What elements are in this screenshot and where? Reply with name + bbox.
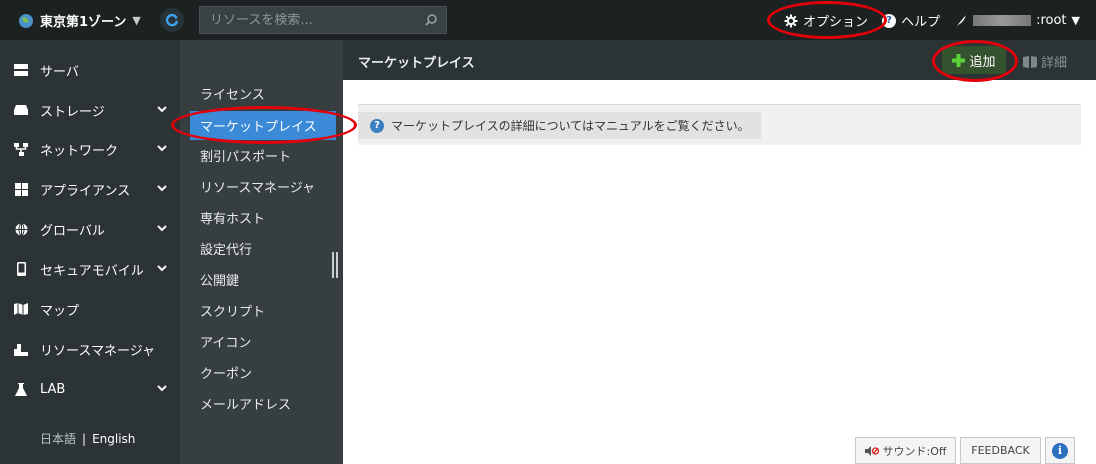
sound-toggle-button[interactable]: サウンド:Off	[855, 437, 956, 464]
submenu-item-dedicated-host[interactable]: 専有ホスト	[190, 203, 336, 232]
submenu-item-icon[interactable]: アイコン	[190, 327, 336, 356]
submenu-item-marketplace[interactable]: マーケットプレイス	[190, 111, 336, 140]
search-input[interactable]	[200, 12, 410, 28]
chevron-down-icon	[157, 106, 167, 113]
page-title: マーケットプレイス	[358, 56, 475, 71]
chevron-down-icon	[157, 185, 167, 192]
nav-item-secure-mobile[interactable]: セキュアモバイル	[0, 254, 180, 284]
resource-manager-icon	[14, 342, 28, 356]
options-menu[interactable]: オプション	[784, 11, 868, 30]
feedback-button[interactable]: FEEDBACK	[960, 437, 1041, 464]
resize-handle[interactable]	[332, 252, 338, 278]
nav-label: サーバ	[40, 64, 79, 80]
top-bar: 東京第1ゾーン ▼ オプション	[0, 0, 1096, 40]
nav-item-network[interactable]: ネットワーク	[0, 134, 180, 164]
content-body: ? マーケットプレイスの詳細についてはマニュアルをご覧ください。	[343, 80, 1096, 464]
chevron-down-icon	[157, 265, 167, 272]
language-switcher: 日本語 | English	[40, 430, 135, 447]
nav-item-lab[interactable]: LAB	[0, 374, 180, 404]
nav-label: ストレージ	[40, 104, 105, 120]
submenu-item-discount-passport[interactable]: 割引パスポート	[190, 141, 336, 170]
submenu-item-public-key[interactable]: 公開鍵	[190, 265, 336, 294]
info-icon: i	[1052, 442, 1068, 459]
content-header: マーケットプレイス 追加 詳細	[343, 40, 1096, 80]
left-nav: サーバ ストレージ ネットワーク アプライアンス グローバル セキュアモバイル	[0, 40, 180, 464]
add-button[interactable]: 追加	[942, 46, 1006, 74]
zone-label: 東京第1ゾーン	[40, 15, 127, 30]
caret-down-icon: ▼	[132, 14, 141, 27]
speaker-muted-icon	[864, 445, 879, 456]
book-icon	[1023, 55, 1037, 68]
submenu-item-resource-manager[interactable]: リソースマネージャ	[190, 172, 336, 201]
nav-label: ネットワーク	[40, 143, 119, 159]
refresh-icon	[165, 13, 179, 27]
question-icon: ?	[370, 118, 384, 133]
nav-label: LAB	[40, 381, 66, 397]
nav-item-appliance[interactable]: アプライアンス	[0, 174, 180, 204]
search-icon[interactable]	[424, 13, 438, 27]
search-box	[199, 6, 447, 34]
chevron-down-icon	[157, 145, 167, 152]
nav-label: グローバル	[40, 223, 105, 239]
server-icon	[14, 63, 28, 77]
nav-item-server[interactable]: サーバ	[0, 55, 180, 85]
submenu-item-license[interactable]: ライセンス	[190, 79, 336, 108]
submenu-item-script[interactable]: スクリプト	[190, 296, 336, 325]
sub-menu: ライセンス マーケットプレイス 割引パスポート リソースマネージャ 専有ホスト …	[180, 40, 343, 464]
lang-english-link[interactable]: English	[92, 432, 135, 446]
chevron-down-icon	[157, 385, 167, 392]
sound-label: サウンド:Off	[882, 444, 947, 458]
info-message: ? マーケットプレイスの詳細についてはマニュアルをご覧ください。	[358, 112, 761, 139]
submenu-item-email-address[interactable]: メールアドレス	[190, 389, 336, 418]
network-icon	[14, 142, 28, 156]
detail-button[interactable]: 詳細	[1023, 52, 1067, 71]
globe-icon	[14, 222, 28, 236]
options-label: オプション	[803, 15, 869, 30]
submenu-item-coupon[interactable]: クーポン	[190, 358, 336, 387]
help-menu[interactable]: ? ヘルプ	[882, 11, 940, 30]
top-right-menu: オプション ? ヘルプ :root ▼	[784, 11, 1080, 30]
user-menu[interactable]: :root ▼	[954, 13, 1080, 28]
chevron-down-icon	[157, 225, 167, 232]
refresh-button[interactable]	[160, 8, 184, 32]
caret-down-icon: ▼	[1071, 14, 1080, 27]
submenu-item-setup-agency[interactable]: 設定代行	[190, 234, 336, 263]
info-text: マーケットプレイスの詳細についてはマニュアルをご覧ください。	[391, 119, 750, 133]
username-blurred	[973, 15, 1032, 26]
lang-japanese-link[interactable]: 日本語	[40, 432, 76, 446]
nav-item-global[interactable]: グローバル	[0, 214, 180, 244]
nav-label: アプライアンス	[40, 183, 131, 199]
nav-label: セキュアモバイル	[40, 263, 144, 279]
add-label: 追加	[969, 54, 996, 70]
flask-icon	[14, 382, 28, 396]
globe-icon	[19, 13, 33, 28]
nav-label: リソースマネージャ	[40, 343, 156, 359]
help-icon: ?	[882, 13, 897, 28]
nav-item-resource-manager[interactable]: リソースマネージャ	[0, 334, 180, 364]
nav-item-storage[interactable]: ストレージ	[0, 95, 180, 125]
footer-buttons: サウンド:Off FEEDBACK i	[855, 437, 1075, 464]
plus-icon	[952, 53, 966, 67]
mobile-icon	[14, 262, 28, 276]
gear-icon	[784, 14, 798, 27]
info-button[interactable]: i	[1045, 437, 1075, 464]
lang-separator: |	[82, 432, 87, 446]
help-label: ヘルプ	[901, 15, 941, 30]
zone-selector[interactable]: 東京第1ゾーン ▼	[18, 11, 141, 30]
storage-icon	[14, 103, 28, 117]
appliance-icon	[14, 182, 28, 196]
nav-item-map[interactable]: マップ	[0, 294, 180, 324]
feather-icon	[956, 14, 967, 27]
nav-label: マップ	[40, 303, 80, 319]
user-suffix: :root	[1036, 13, 1067, 28]
map-icon	[14, 302, 28, 316]
info-bar: ? マーケットプレイスの詳細についてはマニュアルをご覧ください。	[358, 104, 1081, 145]
detail-label: 詳細	[1041, 56, 1068, 71]
